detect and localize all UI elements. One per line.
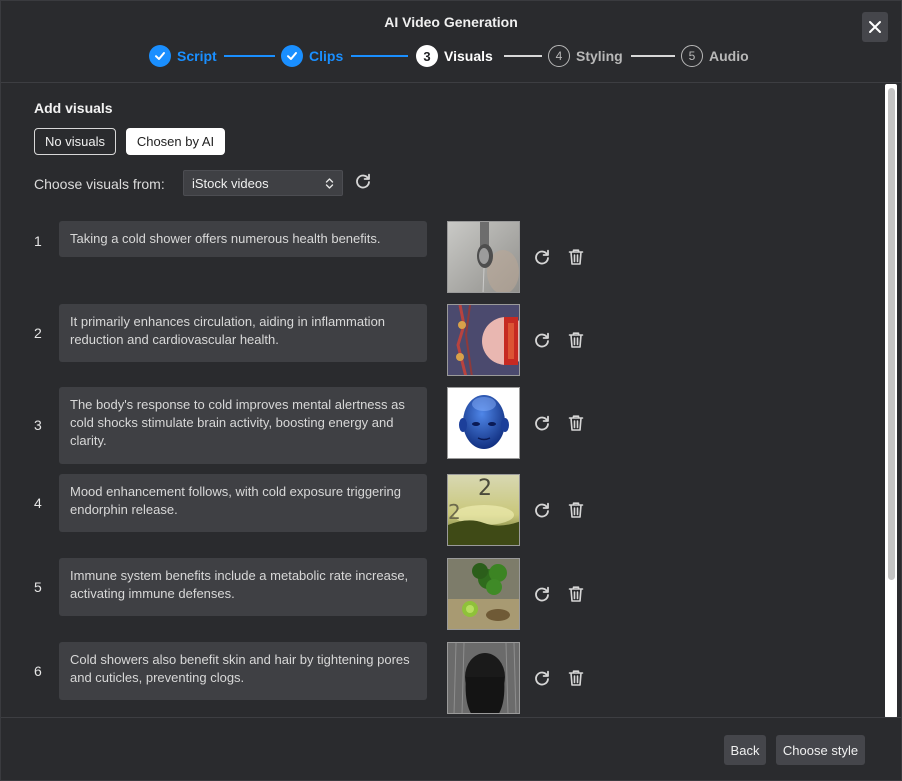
scrollbar-thumb[interactable]	[888, 88, 895, 580]
step-styling[interactable]: 4 Styling	[548, 44, 623, 68]
sunrise-image: 2 2	[448, 475, 519, 545]
circulation-anatomy-thumbnail[interactable]	[447, 304, 520, 376]
blue-head-image	[448, 388, 519, 458]
clip-text[interactable]: Taking a cold shower offers numerous hea…	[59, 221, 427, 257]
footer-divider	[1, 717, 901, 718]
trash-icon	[568, 670, 584, 686]
sunrise-numbers-thumbnail[interactable]: 2 2	[447, 474, 520, 546]
step-connector	[631, 55, 675, 57]
hair-shower-image	[448, 643, 519, 713]
circulation-image	[448, 305, 519, 375]
content-scrollbar[interactable]	[885, 84, 897, 718]
hair-shower-thumbnail[interactable]	[447, 642, 520, 714]
select-arrows-icon	[325, 178, 334, 189]
clip-row: 1 Taking a cold shower offers numerous h…	[1, 221, 881, 293]
visuals-source-label: Choose visuals from:	[34, 176, 165, 192]
refresh-icon	[535, 332, 549, 348]
refresh-clip-button[interactable]	[532, 500, 552, 520]
close-icon	[869, 21, 881, 33]
refresh-clip-button[interactable]	[532, 413, 552, 433]
refresh-source-button[interactable]	[353, 171, 375, 193]
step-clips[interactable]: Clips	[281, 44, 343, 68]
visuals-source-select[interactable]: iStock videos	[183, 170, 343, 196]
progress-stepper: Script Clips 3 Visuals 4 Styling 5 Audio	[1, 44, 901, 68]
delete-clip-button[interactable]	[566, 330, 586, 350]
clip-number: 3	[34, 417, 42, 433]
clip-row: 6 Cold showers also benefit skin and hai…	[1, 642, 881, 714]
refresh-icon	[535, 415, 549, 431]
delete-clip-button[interactable]	[566, 584, 586, 604]
clip-number: 6	[34, 663, 42, 679]
delete-clip-button[interactable]	[566, 668, 586, 688]
clip-text[interactable]: Mood enhancement follows, with cold expo…	[59, 474, 427, 532]
vegetables-image	[448, 559, 519, 629]
shower-head-thumbnail[interactable]	[447, 221, 520, 293]
step-label: Styling	[576, 48, 623, 64]
step-script[interactable]: Script	[149, 44, 217, 68]
clip-number: 2	[34, 325, 42, 341]
trash-icon	[568, 586, 584, 602]
clip-row: 5 Immune system benefits include a metab…	[1, 558, 881, 630]
refresh-icon	[356, 173, 370, 189]
delete-clip-button[interactable]	[566, 247, 586, 267]
clip-text[interactable]: It primarily enhances circulation, aidin…	[59, 304, 427, 362]
chosen-by-ai-button[interactable]: Chosen by AI	[126, 128, 225, 155]
svg-text:2: 2	[478, 476, 492, 501]
shower-head-image	[448, 222, 519, 292]
step-connector	[504, 55, 542, 57]
refresh-clip-button[interactable]	[532, 584, 552, 604]
trash-icon	[568, 332, 584, 348]
section-title: Add visuals	[34, 100, 113, 116]
clip-text[interactable]: Cold showers also benefit skin and hair …	[59, 642, 427, 700]
clip-number: 1	[34, 233, 42, 249]
step-number: 4	[548, 45, 570, 67]
step-number: 3	[416, 45, 438, 67]
clip-number: 4	[34, 495, 42, 511]
close-button[interactable]	[862, 12, 888, 42]
trash-icon	[568, 249, 584, 265]
delete-clip-button[interactable]	[566, 500, 586, 520]
refresh-clip-button[interactable]	[532, 247, 552, 267]
step-audio[interactable]: 5 Audio	[681, 44, 749, 68]
blue-head-thumbnail[interactable]	[447, 387, 520, 459]
check-icon	[149, 45, 171, 67]
svg-text:2: 2	[448, 500, 461, 524]
refresh-icon	[535, 249, 549, 265]
back-button[interactable]: Back	[724, 735, 766, 765]
clip-row: 3 The body's response to cold improves m…	[1, 387, 881, 464]
step-label: Script	[177, 48, 217, 64]
refresh-icon	[535, 502, 549, 518]
refresh-clip-button[interactable]	[532, 330, 552, 350]
step-visuals[interactable]: 3 Visuals	[416, 44, 493, 68]
clip-row: 4 Mood enhancement follows, with cold ex…	[1, 474, 881, 546]
clip-row: 2 It primarily enhances circulation, aid…	[1, 304, 881, 376]
trash-icon	[568, 502, 584, 518]
step-connector	[224, 55, 275, 57]
choose-style-button[interactable]: Choose style	[776, 735, 865, 765]
step-label: Audio	[709, 48, 749, 64]
vegetables-thumbnail[interactable]	[447, 558, 520, 630]
ai-video-generation-dialog: AI Video Generation Script Clips 3 Visua…	[0, 0, 902, 781]
dialog-title: AI Video Generation	[384, 14, 518, 30]
step-number: 5	[681, 45, 703, 67]
select-value: iStock videos	[192, 175, 269, 191]
delete-clip-button[interactable]	[566, 413, 586, 433]
trash-icon	[568, 415, 584, 431]
no-visuals-button[interactable]: No visuals	[34, 128, 116, 155]
refresh-icon	[535, 670, 549, 686]
step-label: Visuals	[444, 48, 493, 64]
visuals-panel: Add visuals No visuals Chosen by AI Choo…	[1, 83, 881, 717]
refresh-icon	[535, 586, 549, 602]
refresh-clip-button[interactable]	[532, 668, 552, 688]
clip-number: 5	[34, 579, 42, 595]
step-label: Clips	[309, 48, 344, 64]
step-connector	[351, 55, 408, 57]
clip-text[interactable]: Immune system benefits include a metabol…	[59, 558, 427, 616]
clip-text[interactable]: The body's response to cold improves men…	[59, 387, 427, 464]
check-icon	[281, 45, 303, 67]
